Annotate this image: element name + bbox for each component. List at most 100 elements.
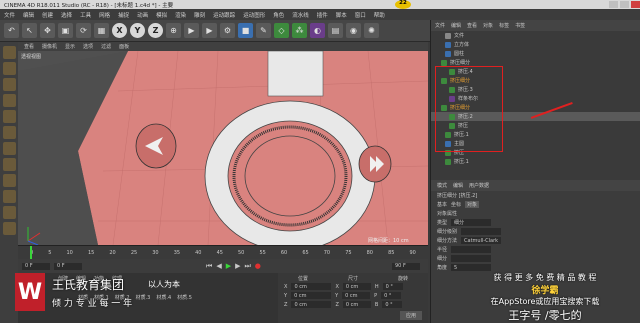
timeline[interactable]: 0 5 10 15 20 25 30 35 40 45 50 55 60 65 …: [18, 245, 428, 259]
obj-menu-bookmarks[interactable]: 书签: [515, 22, 525, 29]
attr-field[interactable]: 5: [451, 264, 492, 271]
floor-icon[interactable]: ▤: [328, 23, 343, 38]
render-view-icon[interactable]: ▶: [184, 23, 199, 38]
attr-tab-edit[interactable]: 编辑: [453, 182, 463, 189]
object-row[interactable]: 挤压.1: [431, 157, 640, 166]
coord-field[interactable]: 0 °: [382, 301, 403, 308]
coord-field[interactable]: 0 cm: [342, 283, 371, 290]
live-select-icon[interactable]: ↖: [22, 23, 37, 38]
viewport-menu-display[interactable]: 显示: [65, 43, 75, 50]
go-end-icon[interactable]: ⏭: [244, 262, 250, 271]
make-editable-icon[interactable]: [2, 46, 16, 59]
timeline-playhead[interactable]: [30, 246, 32, 259]
cube-icon[interactable]: ■: [238, 23, 253, 38]
coord-field[interactable]: 0 °: [382, 283, 403, 290]
attr-field[interactable]: [451, 255, 492, 262]
viewport-menu-view[interactable]: 查看: [24, 43, 34, 50]
render-picture-viewer-icon[interactable]: ▶: [202, 23, 217, 38]
attr-subtab-object[interactable]: 对象: [465, 201, 480, 208]
start-frame-field[interactable]: 0 F: [22, 262, 50, 270]
current-frame-field[interactable]: 0 F: [54, 262, 82, 270]
coord-field[interactable]: 0 °: [381, 292, 402, 299]
subdivision-icon[interactable]: ◇: [274, 23, 289, 38]
object-row[interactable]: 文件: [431, 31, 640, 40]
attr-tab-mode[interactable]: 模式: [437, 182, 447, 189]
material-thumb[interactable]: 材质.4: [156, 294, 171, 301]
menu-help[interactable]: 帮助: [374, 11, 385, 19]
attr-type-select[interactable]: 细分: [451, 219, 492, 226]
obj-menu-file[interactable]: 文件: [435, 22, 445, 29]
texture-mode-icon[interactable]: [2, 78, 16, 91]
minimize-button[interactable]: [609, 1, 618, 8]
menu-mograph[interactable]: 运动图形: [243, 11, 265, 19]
move-icon[interactable]: ✥: [40, 23, 55, 38]
close-button[interactable]: [631, 1, 640, 8]
record-icon[interactable]: ●: [255, 262, 261, 271]
viewport-menu-panel[interactable]: 面板: [119, 43, 129, 50]
attr-subtab-basic[interactable]: 基本: [437, 201, 447, 208]
coord-field[interactable]: 0 cm: [342, 292, 371, 299]
menu-motion-tracking[interactable]: 运动跟踪: [213, 11, 235, 19]
go-start-icon[interactable]: ⏮: [206, 262, 212, 271]
solo-icon[interactable]: [2, 222, 16, 235]
model-mode-icon[interactable]: [2, 62, 16, 75]
prev-key-icon[interactable]: ◀: [216, 262, 221, 271]
x-axis-button[interactable]: X: [112, 23, 127, 38]
attr-method-select[interactable]: Catmull-Clark: [461, 237, 502, 244]
menu-select[interactable]: 选择: [61, 11, 72, 19]
object-row[interactable]: 圆柱: [431, 49, 640, 58]
obj-menu-tags[interactable]: 标签: [499, 22, 509, 29]
maximize-button[interactable]: [620, 1, 629, 8]
light-icon[interactable]: ✺: [364, 23, 379, 38]
recent-tool-icon[interactable]: ▦: [94, 23, 109, 38]
coord-field[interactable]: 0 cm: [291, 283, 332, 290]
menu-tools[interactable]: 工具: [80, 11, 91, 19]
scale-icon[interactable]: ▣: [58, 23, 73, 38]
coord-field[interactable]: 0 cm: [291, 301, 332, 308]
points-mode-icon[interactable]: [2, 110, 16, 123]
object-row[interactable]: 立方体: [431, 40, 640, 49]
undo-icon[interactable]: ↶: [4, 23, 19, 38]
deformer-icon[interactable]: ◐: [310, 23, 325, 38]
attr-tab-userdata[interactable]: 用户数据: [469, 182, 489, 189]
menu-pipeline[interactable]: 流水线: [292, 11, 309, 19]
viewport-menu-camera[interactable]: 摄像机: [42, 43, 57, 50]
menu-script[interactable]: 脚本: [336, 11, 347, 19]
coord-field[interactable]: 0 cm: [342, 301, 371, 308]
obj-menu-view[interactable]: 查看: [467, 22, 477, 29]
menu-sculpt[interactable]: 雕刻: [194, 11, 205, 19]
menu-mesh[interactable]: 网格: [99, 11, 110, 19]
y-axis-button[interactable]: Y: [130, 23, 145, 38]
coordinate-system-icon[interactable]: ⊕: [166, 23, 181, 38]
viewport-menu-filter[interactable]: 过滤: [101, 43, 111, 50]
pen-icon[interactable]: ✎: [256, 23, 271, 38]
menu-create[interactable]: 创建: [42, 11, 53, 19]
camera-icon[interactable]: ◉: [346, 23, 361, 38]
menu-animate[interactable]: 动画: [137, 11, 148, 19]
edges-mode-icon[interactable]: [2, 126, 16, 139]
menu-file[interactable]: 文件: [4, 11, 15, 19]
snap-icon[interactable]: [2, 190, 16, 203]
lock-workplane-icon[interactable]: [2, 206, 16, 219]
attr-field[interactable]: [461, 228, 502, 235]
attr-field[interactable]: [451, 246, 492, 253]
polygons-mode-icon[interactable]: [2, 142, 16, 155]
end-frame-field[interactable]: 90 F: [392, 262, 420, 270]
workplane-icon[interactable]: [2, 94, 16, 107]
obj-menu-object[interactable]: 对象: [483, 22, 493, 29]
viewport[interactable]: 透视视图 网格间距：10 cm: [18, 51, 428, 245]
menu-edit[interactable]: 编辑: [23, 11, 34, 19]
menu-window[interactable]: 窗口: [355, 11, 366, 19]
menu-render[interactable]: 渲染: [175, 11, 186, 19]
menu-character[interactable]: 角色: [273, 11, 284, 19]
rotate-icon[interactable]: ⟳: [76, 23, 91, 38]
viewport-menu-options[interactable]: 选项: [83, 43, 93, 50]
material-thumb[interactable]: 材质.5: [177, 294, 192, 301]
menu-plugins[interactable]: 插件: [317, 11, 328, 19]
play-icon[interactable]: ▶: [226, 262, 231, 271]
material-thumb[interactable]: 材质.3: [136, 294, 151, 301]
array-icon[interactable]: ⁂: [292, 23, 307, 38]
render-settings-icon[interactable]: ⚙: [220, 23, 235, 38]
apply-button[interactable]: 应用: [399, 311, 422, 320]
obj-menu-edit[interactable]: 编辑: [451, 22, 461, 29]
